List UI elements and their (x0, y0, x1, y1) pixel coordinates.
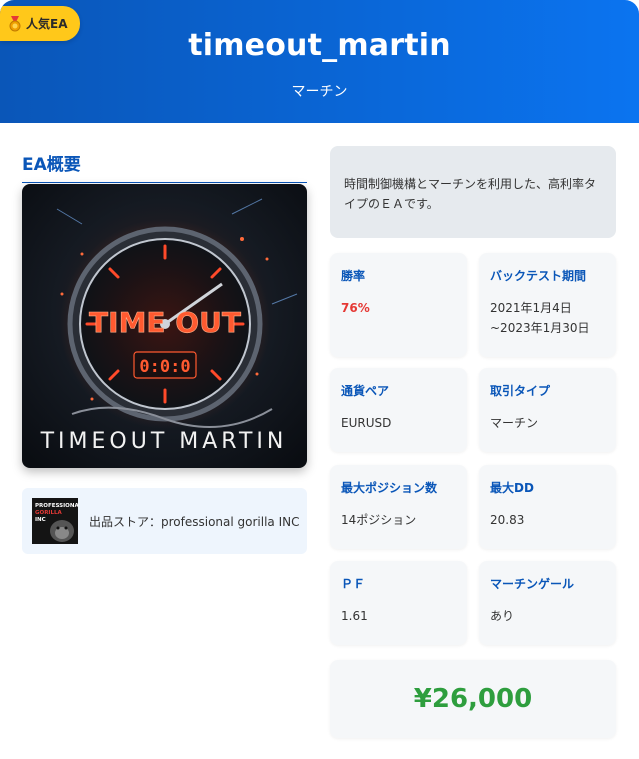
section-title: EA概要 (22, 155, 81, 175)
stat-label: 通貨ペア (341, 384, 390, 398)
stat-label: 取引タイプ (490, 384, 551, 398)
stat-label: 勝率 (341, 269, 366, 283)
stat-label: 最大DD (490, 481, 534, 495)
stat-value: 76% (341, 301, 370, 315)
stat-value: マーチン (490, 416, 539, 430)
stat-value: 1.61 (341, 609, 368, 623)
stat-value: あり (490, 609, 515, 623)
stat-trade-type: 取引タイプ マーチン (479, 368, 616, 452)
ea-title: timeout_martin (188, 28, 451, 63)
stat-label: バックテスト期間 (490, 269, 587, 283)
stat-label: マーチンゲール (490, 577, 575, 591)
store-link[interactable]: PROFESSIONAL GORILLA INC 出品ストア：professio… (22, 488, 307, 554)
header-banner: 人気EA timeout_martin マーチン (0, 0, 639, 123)
stat-value: EURUSD (341, 416, 392, 430)
timeout-clock-illustration: TIME OUT 0:0:0 TIMEOUT MARTIN (22, 184, 307, 468)
price-box[interactable]: ¥26,000 (330, 660, 616, 738)
stat-backtest-period: バックテスト期間 2021年1月4日~2023年1月30日 (479, 253, 616, 357)
store-logo: PROFESSIONAL GORILLA INC (32, 498, 78, 544)
svg-text:PROFESSIONAL: PROFESSIONAL (35, 503, 78, 509)
clock-digits-text: 0:0:0 (139, 357, 190, 377)
stat-value: 2021年1月4日~2023年1月30日 (490, 301, 590, 335)
stat-max-positions: 最大ポジション数 14ポジション (330, 465, 467, 549)
stat-pf: ＰＦ 1.61 (330, 561, 467, 645)
ea-description: 時間制御機構とマーチンを利用した、高利率タイプのＥＡです。 (330, 146, 616, 238)
image-caption: TIMEOUT MARTIN (40, 429, 288, 454)
price-label: ¥26,000 (413, 684, 533, 714)
stat-value: 14ポジション (341, 513, 417, 527)
section-divider (22, 182, 307, 183)
ea-subtitle: マーチン (291, 84, 348, 100)
ea-product-image: TIME OUT 0:0:0 TIMEOUT MARTIN (22, 184, 307, 468)
svg-text:GORILLA: GORILLA (35, 510, 62, 516)
gorilla-logo-icon: PROFESSIONAL GORILLA INC (32, 498, 78, 544)
stat-label: ＰＦ (341, 577, 366, 591)
stat-currency-pair: 通貨ペア EURUSD (330, 368, 467, 452)
stat-martingale: マーチンゲール あり (479, 561, 616, 645)
stat-label: 最大ポジション数 (341, 481, 438, 495)
stat-max-dd: 最大DD 20.83 (479, 465, 616, 549)
ea-card: 人気EA timeout_martin マーチン EA概要 TIME OUT 0… (0, 0, 639, 759)
svg-text:INC: INC (35, 517, 46, 523)
store-label: 出品ストア：professional gorilla INC (89, 514, 300, 529)
stat-win-rate: 勝率 76% (330, 253, 467, 357)
clock-title-text: TIME OUT (89, 306, 241, 339)
stat-value: 20.83 (490, 513, 525, 527)
